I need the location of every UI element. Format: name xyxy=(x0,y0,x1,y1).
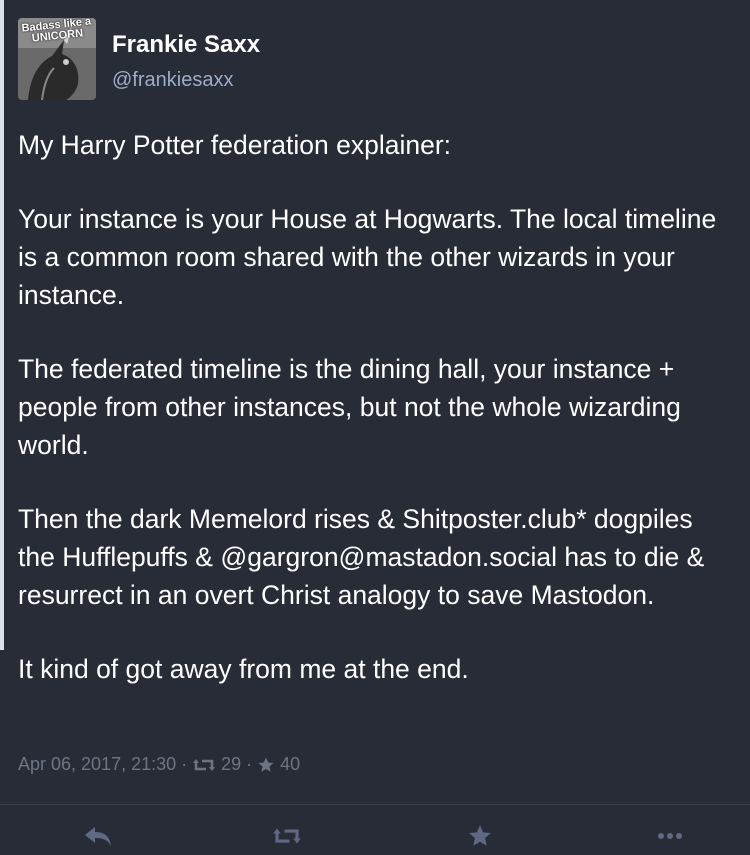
content-paragraph: The federated timeline is the dining hal… xyxy=(18,354,681,460)
timestamp[interactable]: Apr 06, 2017, 21:30 xyxy=(18,754,176,775)
focus-indicator xyxy=(0,0,4,650)
author-handle[interactable]: @frankiesaxx xyxy=(112,69,233,92)
action-bar xyxy=(0,805,750,855)
status-meta: Apr 06, 2017, 21:30 · 29 · 40 xyxy=(18,754,300,775)
favourite-button[interactable] xyxy=(460,821,500,851)
content-paragraph: Then the dark Memelord rises & Shitposte… xyxy=(18,504,705,610)
content-paragraph: My Harry Potter federation explainer: xyxy=(18,130,452,160)
boost-count: 29 xyxy=(221,754,242,774)
star-icon xyxy=(257,756,275,774)
more-button[interactable] xyxy=(650,821,690,851)
reply-icon xyxy=(85,827,111,846)
more-icon xyxy=(658,833,682,839)
boost-button[interactable] xyxy=(267,821,307,851)
avatar[interactable]: Badass like a UNICORN xyxy=(18,18,96,100)
status-card: Badass like a UNICORN Frankie Saxx @fran… xyxy=(0,0,750,855)
boost-icon xyxy=(192,757,216,773)
status-content: My Harry Potter federation explainer: Yo… xyxy=(18,126,728,724)
content-paragraph: Your instance is your House at Hogwarts.… xyxy=(18,204,717,310)
boost-icon xyxy=(273,828,301,844)
meta-separator: · xyxy=(181,754,188,774)
favourite-count: 40 xyxy=(280,754,301,774)
content-paragraph: It kind of got away from me at the end. xyxy=(18,654,469,684)
reply-button[interactable] xyxy=(78,821,118,851)
meta-separator: · xyxy=(246,754,253,774)
star-icon xyxy=(469,825,491,846)
author-display-name[interactable]: Frankie Saxx xyxy=(112,31,260,59)
